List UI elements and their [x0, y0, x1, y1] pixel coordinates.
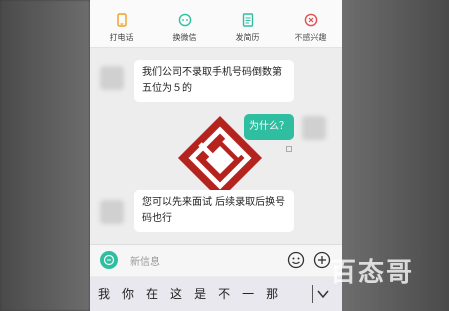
watermark-text: 百态哥 [330, 258, 415, 288]
chat-bubble-icon [103, 254, 115, 266]
candidate-word[interactable]: 是 [194, 285, 206, 302]
message-input[interactable]: 新信息 [130, 253, 160, 268]
candidate-word[interactable]: 在 [146, 285, 158, 302]
exchange-wechat-button[interactable]: 换微信 [153, 0, 216, 47]
candidate-list: 我 你 在 这 是 不 一 那 [98, 285, 278, 302]
emoji-icon[interactable] [287, 251, 305, 269]
recruiter-avatar[interactable] [100, 66, 124, 90]
quick-reply-button[interactable] [100, 251, 118, 269]
chevron-down-icon[interactable] [316, 287, 330, 301]
not-interested-label: 不感兴趣 [294, 33, 327, 42]
read-status-icon [286, 146, 292, 152]
not-interested-icon [304, 13, 317, 27]
candidate-word[interactable]: 你 [122, 285, 134, 302]
exchange-wechat-label: 换微信 [172, 33, 197, 42]
call-label: 打电话 [109, 33, 134, 42]
chat-screen: 打电话 换微信 发简历 不感兴趣 我们公司不录取手机号码倒数第五位为５的 为什么… [90, 0, 342, 311]
candidate-word[interactable]: 我 [98, 285, 110, 302]
not-interested-button[interactable]: 不感兴趣 [279, 0, 342, 47]
message-input-bar: 新信息 [90, 244, 342, 276]
message-bubble-received-2: 您可以先来面试 后续录取后换号码也行 [134, 190, 294, 232]
message-bubble-received: 我们公司不录取手机号码倒数第五位为５的 [134, 60, 294, 102]
user-avatar[interactable] [302, 116, 326, 140]
blurred-background-left [0, 0, 90, 311]
candidate-word[interactable]: 那 [266, 285, 278, 302]
candidate-word[interactable]: 不 [218, 285, 230, 302]
phone-icon [116, 13, 127, 27]
wechat-icon [178, 13, 191, 27]
recruiter-avatar-2[interactable] [100, 200, 124, 224]
text-cursor [312, 285, 313, 303]
send-resume-label: 发简历 [235, 33, 260, 42]
top-action-bar: 打电话 换微信 发简历 不感兴趣 [90, 0, 342, 48]
resume-icon [242, 13, 253, 27]
add-icon[interactable] [313, 251, 331, 269]
candidate-word[interactable]: 这 [170, 285, 182, 302]
ime-candidate-bar: 我 你 在 这 是 不 一 那 [90, 277, 342, 311]
send-resume-button[interactable]: 发简历 [216, 0, 279, 47]
call-button[interactable]: 打电话 [90, 0, 153, 47]
candidate-word[interactable]: 一 [242, 285, 254, 302]
